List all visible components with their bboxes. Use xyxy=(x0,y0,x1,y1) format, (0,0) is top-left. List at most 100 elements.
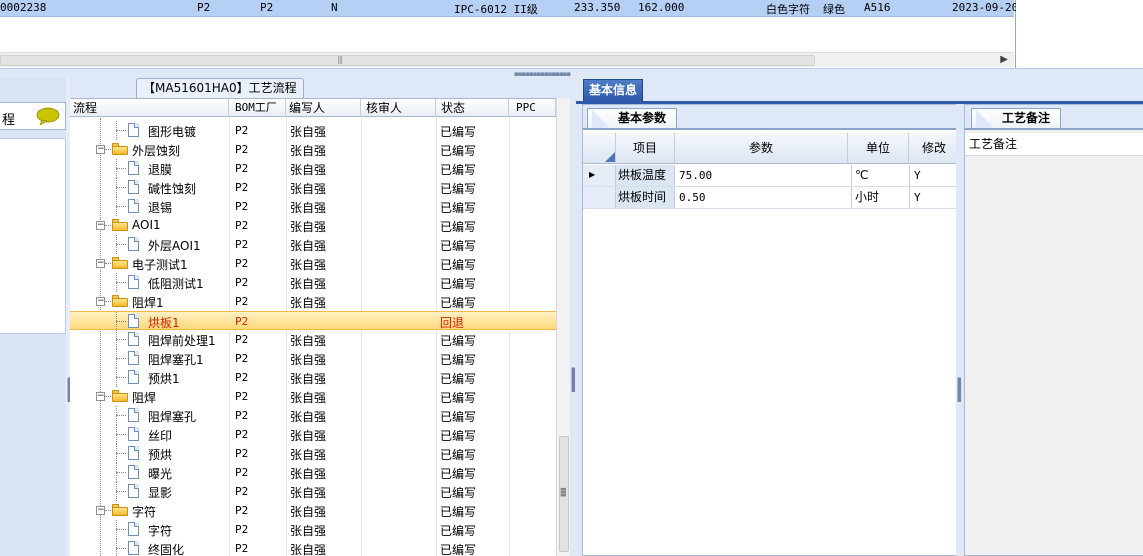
top-grid-row[interactable]: 0002238 P2 P2 N IPC-6012 II级 233.350 162… xyxy=(0,0,1018,17)
tree-vertical-scrollbar[interactable]: ▬ ▬ ▬ xyxy=(556,98,570,556)
tree-node[interactable]: 图形电镀 P2 张自强 已编写 xyxy=(70,121,556,140)
scroll-right-arrow-icon[interactable]: ▶ xyxy=(1000,54,1008,65)
params-tab-bar: 基本参数 xyxy=(583,105,959,129)
tab-process-notes[interactable]: 工艺备注 xyxy=(971,108,1062,129)
folder-icon xyxy=(112,143,128,155)
tree-connector xyxy=(116,548,126,549)
param-row[interactable]: ▶ 烘板温度 75.00 ℃ Y xyxy=(583,165,959,187)
collapse-toggle-icon[interactable]: − xyxy=(96,506,105,515)
tree-connector xyxy=(116,187,126,188)
tree-node[interactable]: 低阻测试1 P2 张自强 已编写 xyxy=(70,273,556,292)
tree-node-group[interactable]: − 外层蚀刻 P2 张自强 已编写 xyxy=(70,140,556,159)
tree-connector xyxy=(116,377,126,378)
tree-node[interactable]: 终固化 P2 张自强 已编写 xyxy=(70,539,556,556)
collapse-toggle-icon[interactable]: − xyxy=(96,145,105,154)
node-bom-factory: P2 xyxy=(235,352,249,365)
tree-node-group[interactable]: − 电子测试1 P2 张自强 已编写 xyxy=(70,254,556,273)
collapse-toggle-icon[interactable]: − xyxy=(96,259,105,268)
tree-connector xyxy=(105,396,111,397)
node-bom-factory: P2 xyxy=(235,371,249,384)
tree-caption-title: 【MA51601HA0】工艺流程 xyxy=(136,78,304,98)
tree-connector xyxy=(105,301,111,302)
params-splitter[interactable] xyxy=(956,104,962,556)
tree-connector xyxy=(116,358,126,359)
node-name: 低阻测试1 xyxy=(148,277,204,291)
col-header-flow[interactable]: 流程 xyxy=(70,99,229,117)
node-name: 退锡 xyxy=(148,201,173,215)
col-header-bom-factory[interactable]: BOM工厂 xyxy=(229,99,286,117)
tree-node[interactable]: 字符 P2 张自强 已编写 xyxy=(70,520,556,539)
top-horizontal-scrollbar[interactable]: ||| ▶ xyxy=(0,52,1014,67)
tree-node[interactable]: 预烘 P2 张自强 已编写 xyxy=(70,444,556,463)
node-bom-factory: P2 xyxy=(235,238,249,251)
col-header-modify[interactable]: 修改 xyxy=(909,133,959,164)
top-cell-char-color: 白色字符 xyxy=(766,3,810,16)
chat-bubble-icon[interactable] xyxy=(36,107,60,125)
process-notes-pane: 工艺备注 工艺备注 xyxy=(964,104,1143,556)
params-corner-cell[interactable] xyxy=(583,133,616,164)
tree-connector xyxy=(116,206,126,207)
notes-tab-line xyxy=(965,128,1143,130)
left-process-tab[interactable]: 程 xyxy=(0,102,66,130)
col-header-reviewer[interactable]: 核审人 xyxy=(361,99,436,117)
param-row[interactable]: 烘板时间 0.50 小时 Y xyxy=(583,187,959,209)
row-indicator: ▶ xyxy=(583,165,616,186)
document-icon xyxy=(128,351,139,365)
tree-node[interactable]: 预烘1 P2 张自强 已编写 xyxy=(70,368,556,387)
top-scrollbar-thumb[interactable] xyxy=(0,55,815,66)
top-cell-flag: N xyxy=(331,1,338,14)
document-icon xyxy=(128,427,139,441)
node-name: 烘板1 xyxy=(148,316,180,330)
col-header-author[interactable]: 编写人 xyxy=(286,99,361,117)
param-value[interactable]: 75.00 xyxy=(679,165,712,186)
col-header-item[interactable]: 项目 xyxy=(616,133,675,164)
tree-node[interactable]: 阻焊塞孔1 P2 张自强 已编写 xyxy=(70,349,556,368)
basic-params-pane: 基本参数 项目 参数 单位 修改 ▶ 烘板温度 75.00 ℃ Y 烘板时间 0… xyxy=(582,104,960,556)
tree-node[interactable]: 曝光 P2 张自强 已编写 xyxy=(70,463,556,482)
collapse-toggle-icon[interactable]: − xyxy=(96,221,105,230)
tree-splitter-grip-icon[interactable]: ▪ ▪ ▪ ▪ ▪ ▪ ▪ ▪ xyxy=(571,366,576,394)
node-name: 碱性蚀刻 xyxy=(148,182,197,196)
horizontal-splitter[interactable] xyxy=(0,68,1143,78)
tree-connector xyxy=(105,225,111,226)
tree-node[interactable]: 碱性蚀刻 P2 张自强 已编写 xyxy=(70,178,556,197)
left-content-area xyxy=(0,138,66,334)
col-header-unit[interactable]: 单位 xyxy=(848,133,909,164)
tree-node-group[interactable]: − 字符 P2 张自强 已编写 xyxy=(70,501,556,520)
tree-node[interactable]: 外层AOI1 P2 张自强 已编写 xyxy=(70,235,556,254)
row-indicator xyxy=(583,187,616,208)
node-author: 张自强 xyxy=(290,125,327,139)
node-name: 曝光 xyxy=(148,467,173,481)
current-row-arrow-icon: ▶ xyxy=(589,170,596,179)
tree-node-group[interactable]: − 阻焊1 P2 张自强 已编写 xyxy=(70,292,556,311)
collapse-toggle-icon[interactable]: − xyxy=(96,297,105,306)
tree-node-group[interactable]: − 阻焊 P2 张自强 已编写 xyxy=(70,387,556,406)
param-value[interactable]: 0.50 xyxy=(679,187,706,208)
tree-node[interactable]: 退锡 P2 张自强 已编写 xyxy=(70,197,556,216)
tab-basic-info[interactable]: 基本信息 xyxy=(583,79,644,101)
top-cell-date: 2023-09-20 xyxy=(952,1,1019,14)
top-cell-width: 233.350 xyxy=(574,1,621,14)
tree-node[interactable]: 丝印 P2 张自强 已编写 xyxy=(70,425,556,444)
document-icon xyxy=(128,199,139,213)
col-header-status[interactable]: 状态 xyxy=(436,99,509,117)
node-status: 已编写 xyxy=(440,277,477,291)
tree-node[interactable]: 显影 P2 张自强 已编写 xyxy=(70,482,556,501)
splitter-grip-icon[interactable]: ▪▪▪▪▪▪▪▪▪▪▪▪▪▪▪ xyxy=(514,70,571,78)
tree-node[interactable]: 阻焊塞孔 P2 张自强 已编写 xyxy=(70,406,556,425)
node-status: 已编写 xyxy=(440,201,477,215)
tree-node-group[interactable]: − AOI1 P2 张自强 已编写 xyxy=(70,216,556,235)
tree-node[interactable]: 退膜 P2 张自强 已编写 xyxy=(70,159,556,178)
node-status: 已编写 xyxy=(440,296,477,310)
tree-connector xyxy=(116,130,126,131)
col-header-param[interactable]: 参数 xyxy=(675,133,848,164)
collapse-toggle-icon[interactable]: − xyxy=(96,392,105,401)
col-header-ppc[interactable]: PPC xyxy=(509,99,556,117)
tree-connector xyxy=(105,510,111,511)
node-author: 张自强 xyxy=(290,391,327,405)
tab-basic-params[interactable]: 基本参数 xyxy=(587,108,678,129)
tree-node[interactable]: 阻焊前处理1 P2 张自强 已编写 xyxy=(70,330,556,349)
params-splitter-grip-icon[interactable]: ▪ ▪ ▪ ▪ ▪ ▪ ▪ ▪ xyxy=(957,376,962,404)
tree-node[interactable]: 烘板1 P2 回退 xyxy=(70,311,556,331)
top-cell-id: 0002238 xyxy=(0,1,47,14)
